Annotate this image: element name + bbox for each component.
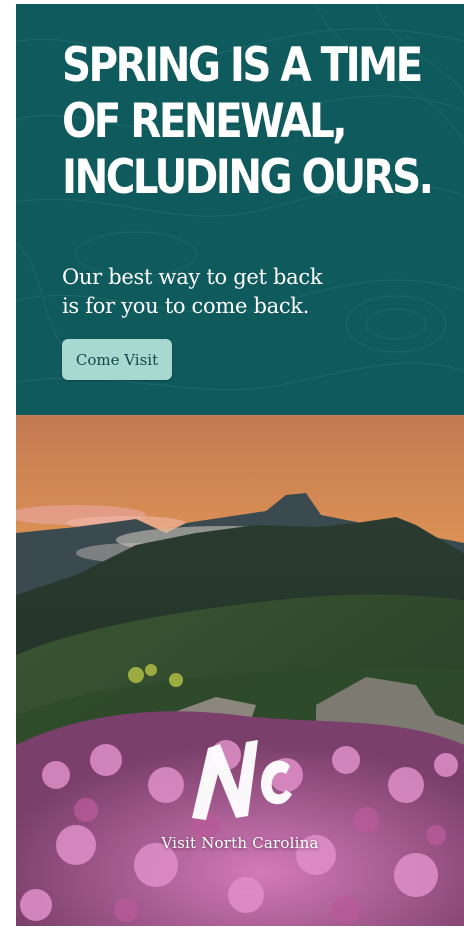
- visit-nc-logo[interactable]: Visit North Carolina: [16, 734, 464, 864]
- headline-line: SPRING IS A TIME: [62, 38, 423, 93]
- headline: SPRING IS A TIME OF RENEWAL, INCLUDING O…: [62, 38, 434, 206]
- headline-panel: SPRING IS A TIME OF RENEWAL, INCLUDING O…: [16, 4, 464, 415]
- come-visit-button[interactable]: Come Visit: [62, 339, 172, 380]
- headline-line: OF RENEWAL,: [62, 94, 348, 149]
- nc-logo-icon: [192, 740, 292, 820]
- ad-banner[interactable]: SPRING IS A TIME OF RENEWAL, INCLUDING O…: [16, 4, 464, 926]
- logo-caption: Visit North Carolina: [161, 834, 319, 852]
- subheadline-line: Our best way to get back: [62, 265, 323, 289]
- subheadline-line: is for you to come back.: [62, 294, 310, 318]
- subheadline: Our best way to get back is for you to c…: [62, 263, 402, 321]
- headline-line: INCLUDING OURS.: [62, 150, 434, 205]
